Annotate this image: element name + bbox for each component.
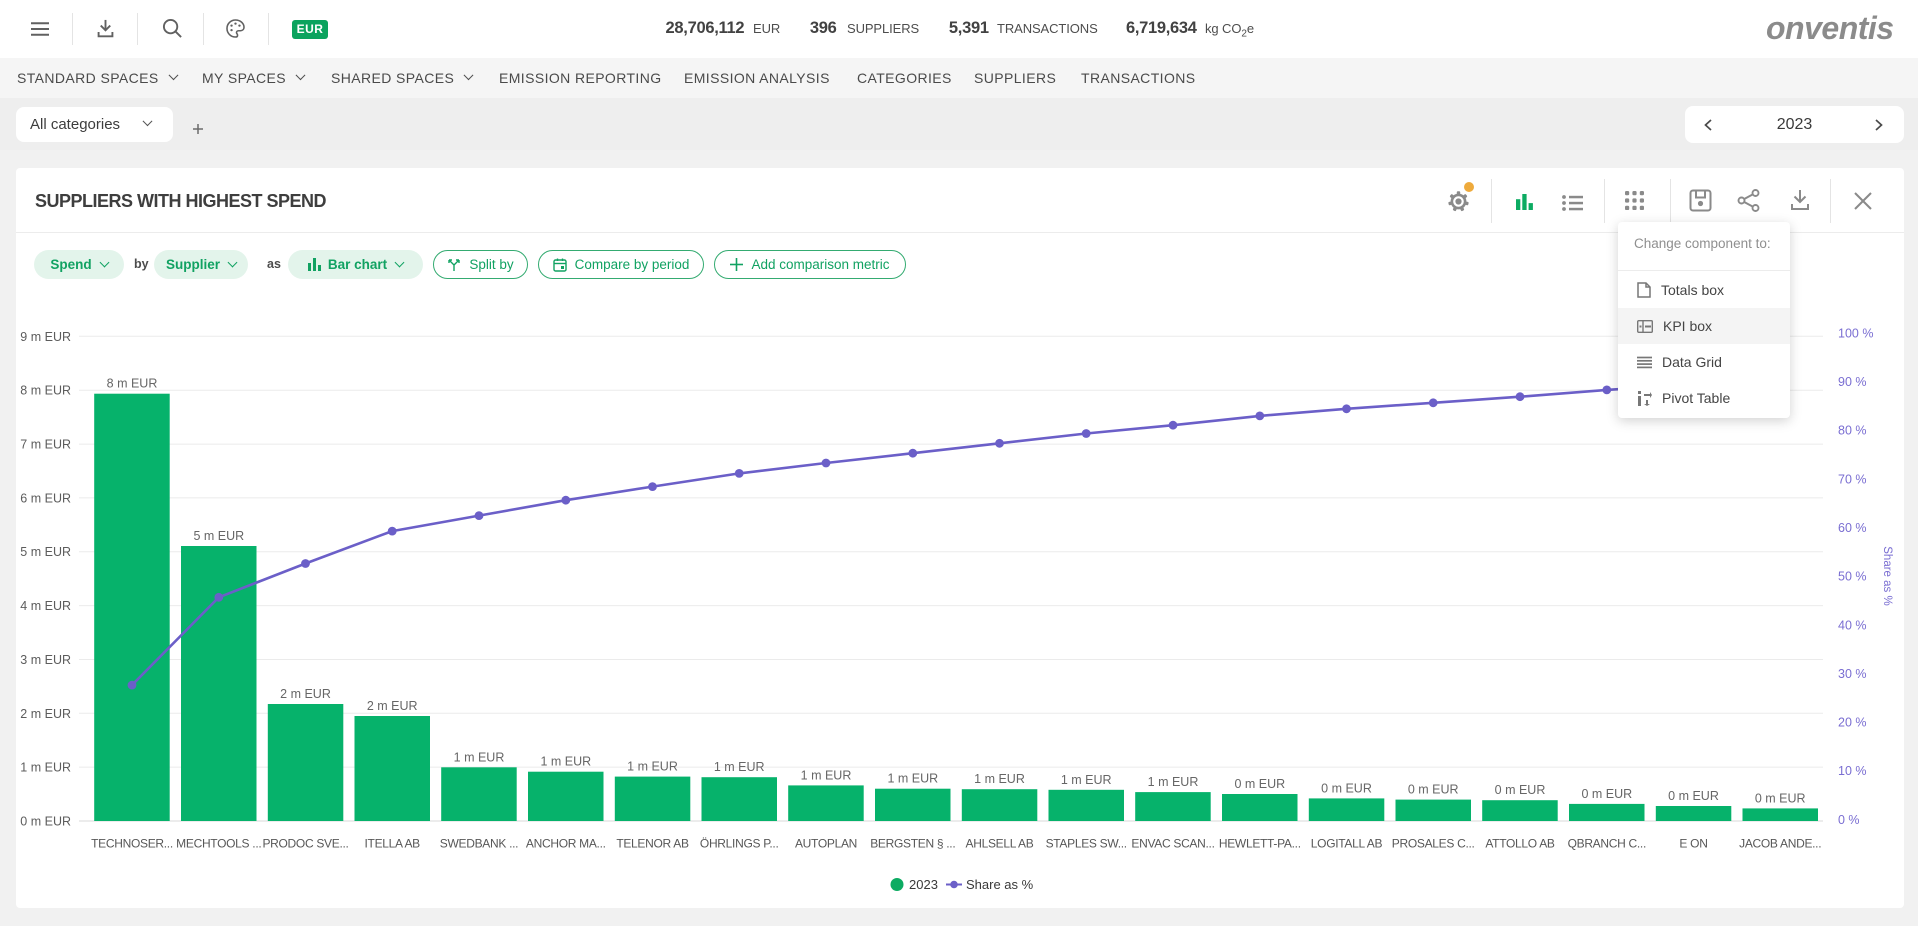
svg-text:ITELLA AB: ITELLA AB: [365, 837, 421, 851]
svg-text:Share as %: Share as %: [1881, 546, 1893, 605]
svg-text:2 m EUR: 2 m EUR: [20, 707, 71, 721]
svg-text:2 m EUR: 2 m EUR: [280, 687, 331, 701]
svg-text:70 %: 70 %: [1838, 472, 1867, 486]
svg-text:1 m EUR: 1 m EUR: [887, 772, 938, 786]
svg-text:MECHTOOLS ...: MECHTOOLS ...: [176, 837, 261, 851]
svg-text:HEWLETT-PA...: HEWLETT-PA...: [1219, 837, 1301, 851]
svg-text:ENVAC SCAN...: ENVAC SCAN...: [1131, 837, 1214, 851]
svg-text:0 m EUR: 0 m EUR: [1581, 787, 1632, 801]
svg-text:AUTOPLAN: AUTOPLAN: [795, 837, 857, 851]
svg-text:8 m EUR: 8 m EUR: [20, 384, 71, 398]
svg-text:SWEDBANK ...: SWEDBANK ...: [440, 837, 518, 851]
svg-text:4 m EUR: 4 m EUR: [20, 599, 71, 613]
svg-text:PROSALES C...: PROSALES C...: [1392, 837, 1475, 851]
svg-text:0 m EUR: 0 m EUR: [20, 815, 71, 829]
svg-text:50 %: 50 %: [1838, 570, 1867, 584]
svg-text:0 m EUR: 0 m EUR: [1234, 777, 1285, 791]
svg-text:1 m EUR: 1 m EUR: [1148, 775, 1199, 789]
svg-text:1 m EUR: 1 m EUR: [454, 750, 505, 764]
svg-text:6 m EUR: 6 m EUR: [20, 491, 71, 505]
svg-text:Share as %: Share as %: [966, 877, 1034, 892]
svg-text:QBRANCH C...: QBRANCH C...: [1568, 837, 1646, 851]
svg-text:30 %: 30 %: [1838, 667, 1867, 681]
svg-text:7 m EUR: 7 m EUR: [20, 438, 71, 452]
svg-text:0 m EUR: 0 m EUR: [1668, 789, 1719, 803]
svg-text:TECHNOSER...: TECHNOSER...: [91, 837, 173, 851]
svg-text:2 m EUR: 2 m EUR: [367, 699, 418, 713]
svg-text:0 m EUR: 0 m EUR: [1495, 783, 1546, 797]
svg-text:3 m EUR: 3 m EUR: [20, 653, 71, 667]
svg-text:TELENOR AB: TELENOR AB: [616, 837, 689, 851]
svg-text:10 %: 10 %: [1838, 764, 1867, 778]
svg-text:5 m EUR: 5 m EUR: [193, 529, 244, 543]
svg-text:40 %: 40 %: [1838, 618, 1867, 632]
svg-text:8 m EUR: 8 m EUR: [107, 377, 158, 391]
svg-text:AHLSELL AB: AHLSELL AB: [966, 837, 1034, 851]
svg-text:9 m EUR: 9 m EUR: [20, 330, 71, 344]
svg-text:LOGITALL AB: LOGITALL AB: [1311, 837, 1383, 851]
svg-text:ATTOLLO AB: ATTOLLO AB: [1485, 837, 1555, 851]
svg-text:1 m EUR: 1 m EUR: [1061, 773, 1112, 787]
svg-text:1 m EUR: 1 m EUR: [540, 755, 591, 769]
svg-text:1 m EUR: 1 m EUR: [714, 760, 765, 774]
svg-text:1 m EUR: 1 m EUR: [974, 772, 1025, 786]
svg-text:ANCHOR MA...: ANCHOR MA...: [526, 837, 606, 851]
svg-text:60 %: 60 %: [1838, 521, 1867, 535]
svg-text:2023: 2023: [909, 877, 938, 892]
svg-text:1 m EUR: 1 m EUR: [801, 768, 852, 782]
svg-text:0 m EUR: 0 m EUR: [1408, 783, 1459, 797]
svg-text:ÖHRLINGS P...: ÖHRLINGS P...: [700, 837, 779, 851]
svg-text:1 m EUR: 1 m EUR: [627, 760, 678, 774]
svg-text:PRODOC SVE...: PRODOC SVE...: [262, 837, 348, 851]
svg-text:0 m EUR: 0 m EUR: [1755, 791, 1806, 805]
svg-text:5 m EUR: 5 m EUR: [20, 545, 71, 559]
svg-text:BERGSTEN § ...: BERGSTEN § ...: [870, 837, 955, 851]
svg-text:20 %: 20 %: [1838, 716, 1867, 730]
svg-text:80 %: 80 %: [1838, 424, 1867, 438]
svg-text:STAPLES SW...: STAPLES SW...: [1046, 837, 1127, 851]
svg-text:100 %: 100 %: [1838, 326, 1873, 340]
svg-text:1 m EUR: 1 m EUR: [20, 761, 71, 775]
svg-text:0 m EUR: 0 m EUR: [1321, 781, 1372, 795]
svg-text:JACOB ANDE...: JACOB ANDE...: [1739, 837, 1821, 851]
svg-text:90 %: 90 %: [1838, 375, 1867, 389]
svg-text:0 %: 0 %: [1838, 813, 1860, 827]
svg-text:E ON: E ON: [1679, 837, 1707, 851]
